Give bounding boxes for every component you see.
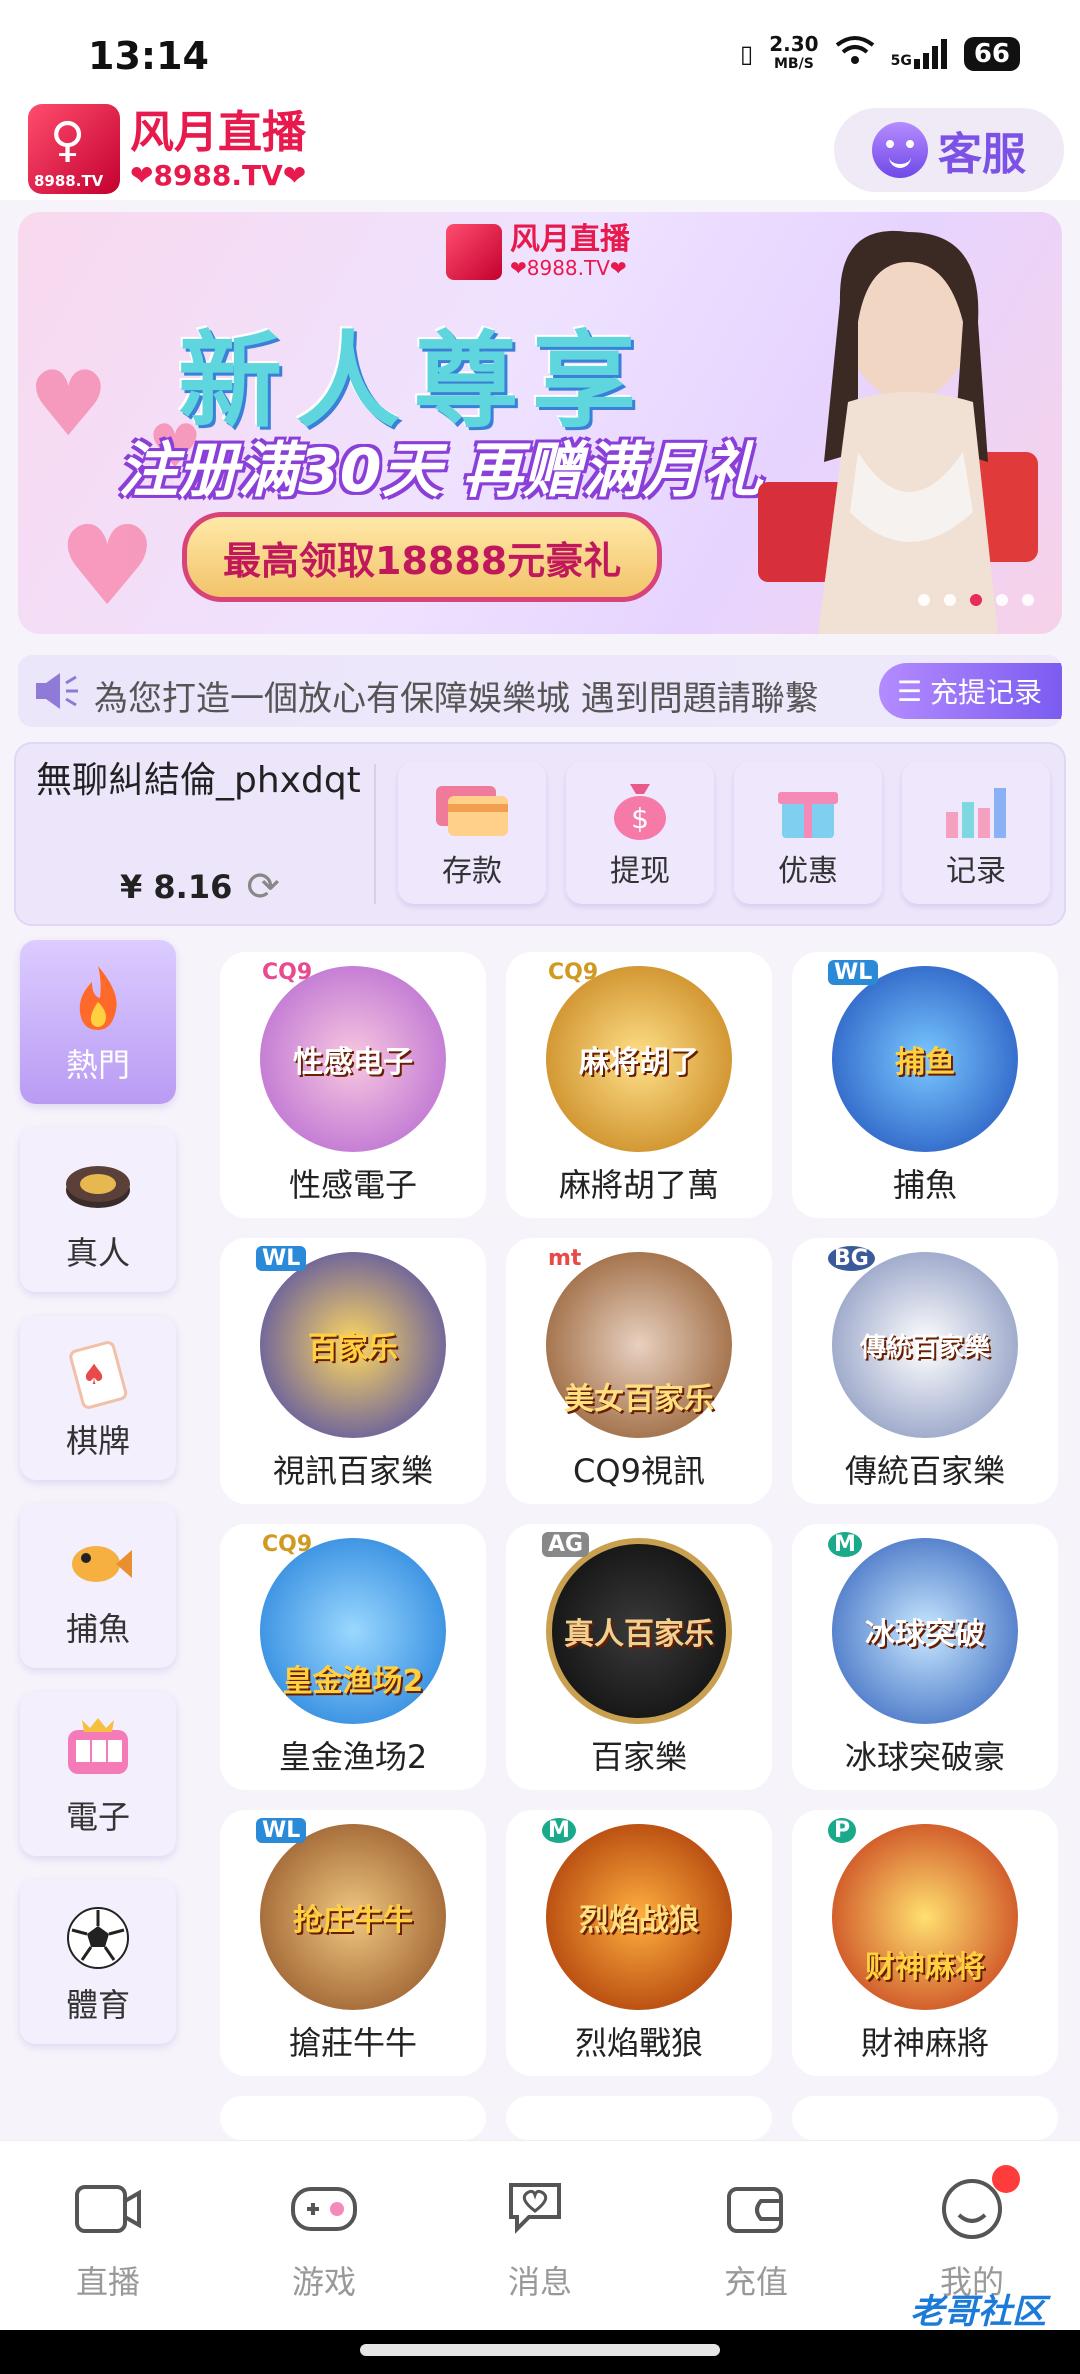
game-card[interactable]: 财神麻将 P 財神麻將 bbox=[792, 1810, 1058, 2076]
logo-name: 风月直播 bbox=[130, 106, 306, 158]
customer-service-label: 客服 bbox=[938, 129, 1026, 180]
status-icons: ▯ 2.30 MB/S 5G 66 bbox=[740, 34, 1020, 74]
refresh-icon[interactable]: ⟳ bbox=[246, 864, 280, 910]
category-fishing[interactable]: 捕魚 bbox=[20, 1504, 176, 1668]
category-sports[interactable]: 體育 bbox=[20, 1880, 176, 2044]
withdraw-button[interactable]: $ 提现 bbox=[566, 762, 714, 904]
pagination-dot-active[interactable] bbox=[970, 594, 982, 606]
nav-live[interactable]: 直播 bbox=[38, 2177, 178, 2303]
category-hot[interactable]: 熱門 bbox=[20, 940, 176, 1104]
banner-brand: 风月直播 ❤8988.TV❤ bbox=[446, 224, 630, 280]
game-card[interactable]: 烈焰战狼 M 烈焰戰狼 bbox=[506, 1810, 772, 2076]
account-actions: 存款 $ 提现 优惠 记录 bbox=[398, 762, 1050, 904]
game-card[interactable]: 百家乐 WL 視訊百家樂 bbox=[220, 1238, 486, 1504]
promo-banner[interactable]: ♥ ♥ ♥ ♥ 风月直播 ❤8988.TV❤ 新人尊享 注册满30天 再赠满月礼… bbox=[18, 212, 1062, 634]
pagination-dot[interactable] bbox=[1022, 594, 1034, 606]
category-live[interactable]: 真人 bbox=[20, 1128, 176, 1292]
gamepad-icon bbox=[291, 2187, 357, 2231]
status-bar: 13:14 ▯ 2.30 MB/S 5G 66 bbox=[0, 0, 1080, 100]
camera-icon bbox=[75, 2185, 141, 2233]
notice-text: 為您打造一個放心有保障娛樂城 遇到問題請聯繫 bbox=[94, 679, 819, 719]
card-icon bbox=[436, 786, 508, 836]
battery-indicator: 66 bbox=[963, 37, 1020, 71]
svg-text:♠: ♠ bbox=[81, 1358, 106, 1391]
money-bag-icon: $ bbox=[614, 784, 666, 840]
chip-icon bbox=[66, 1166, 130, 1208]
logo-figure-icon: ♀ bbox=[50, 112, 86, 168]
balance: ¥ 8.16 ⟳ bbox=[120, 864, 280, 910]
divider bbox=[374, 764, 376, 904]
nav-recharge[interactable]: 充值 bbox=[686, 2177, 826, 2303]
logo-badge: ♀ 8988.TV bbox=[28, 104, 120, 194]
soccer-ball-icon bbox=[67, 1907, 129, 1969]
category-slots[interactable]: 電子 bbox=[20, 1692, 176, 1856]
flame-icon bbox=[79, 966, 117, 1030]
logo-domain: ❤8988.TV❤ bbox=[130, 158, 307, 192]
home-indicator[interactable] bbox=[360, 2344, 720, 2356]
records-button[interactable]: 记录 bbox=[902, 762, 1050, 904]
banner-model-image bbox=[758, 230, 1038, 634]
svg-text:$: $ bbox=[631, 802, 649, 835]
watermark: 老哥社区 bbox=[910, 2292, 1046, 2332]
heart-icon: ♥ bbox=[28, 352, 109, 457]
game-card[interactable]: 麻将胡了 CQ9 麻將胡了萬 bbox=[506, 952, 772, 1218]
game-card[interactable]: 皇金渔场2 CQ9 皇金渔场2 bbox=[220, 1524, 486, 1790]
pagination-dot[interactable] bbox=[944, 594, 956, 606]
nav-messages[interactable]: 消息 bbox=[470, 2177, 610, 2303]
game-card[interactable]: 捕鱼 WL 捕魚 bbox=[792, 952, 1058, 1218]
bar-chart-icon bbox=[946, 788, 1006, 838]
game-card[interactable]: 抢庄牛牛 WL 搶莊牛牛 bbox=[220, 1810, 486, 2076]
gift-icon bbox=[778, 792, 838, 838]
playing-card-icon: ♠ bbox=[69, 1341, 128, 1409]
banner-subtitle: 注册满30天 再赠满月礼 bbox=[118, 436, 763, 506]
banner-pill: 最高领取18888元豪礼 bbox=[182, 512, 663, 602]
slot-machine-icon bbox=[68, 1718, 128, 1774]
game-card-partial[interactable] bbox=[792, 2096, 1058, 2140]
signal-icon: 5G bbox=[891, 39, 948, 69]
app-header: ♀ 8988.TV 风月直播 ❤8988.TV❤ 客服 bbox=[0, 100, 1080, 200]
speaker-icon bbox=[36, 673, 78, 709]
banner-logo-icon bbox=[446, 224, 502, 280]
nav-games[interactable]: 游戏 bbox=[254, 2177, 394, 2303]
game-card-partial[interactable] bbox=[506, 2096, 772, 2140]
customer-service-button[interactable]: 客服 bbox=[834, 108, 1064, 192]
game-card[interactable]: 美女百家乐 mt CQ9視訊 bbox=[506, 1238, 772, 1504]
notice-marquee: 為您打造一個放心有保障娛樂城 遇到問題請聯繫 ☰ 充提记录 bbox=[18, 655, 1062, 727]
list-icon: ☰ bbox=[896, 674, 922, 708]
app-logo: ♀ 8988.TV 风月直播 ❤8988.TV❤ bbox=[28, 104, 306, 194]
game-card[interactable]: 冰球突破 M 冰球突破豪 bbox=[792, 1524, 1058, 1790]
game-card-partial[interactable] bbox=[220, 2096, 486, 2140]
headset-icon bbox=[872, 122, 928, 178]
category-cards[interactable]: ♠ 棋牌 bbox=[20, 1316, 176, 1480]
wifi-icon bbox=[835, 35, 875, 73]
network-speed: 2.30 MB/S bbox=[769, 32, 819, 72]
username: 無聊糾結倫_phxdqt bbox=[36, 760, 361, 801]
wallet-icon bbox=[727, 2187, 783, 2233]
vibrate-icon: ▯ bbox=[740, 40, 754, 68]
pagination-dot[interactable] bbox=[996, 594, 1008, 606]
account-panel: 無聊糾結倫_phxdqt ¥ 8.16 ⟳ 存款 $ 提现 优惠 记录 bbox=[14, 742, 1066, 926]
promotion-button[interactable]: 优惠 bbox=[734, 762, 882, 904]
game-card[interactable]: 性感电子 CQ9 性感電子 bbox=[220, 952, 486, 1218]
fish-icon bbox=[72, 1546, 132, 1582]
banner-pagination[interactable] bbox=[918, 594, 1034, 606]
deposit-button[interactable]: 存款 bbox=[398, 762, 546, 904]
game-card[interactable]: 傳統百家樂 BG 傳統百家樂 bbox=[792, 1238, 1058, 1504]
deposit-withdraw-record-button[interactable]: ☰ 充提记录 bbox=[878, 663, 1062, 719]
game-card[interactable]: 真人百家乐 AG 百家樂 bbox=[506, 1524, 772, 1790]
status-time: 13:14 bbox=[88, 34, 209, 78]
notification-badge bbox=[992, 2165, 1020, 2193]
pagination-dot[interactable] bbox=[918, 594, 930, 606]
heart-icon: ♥ bbox=[58, 502, 157, 630]
chat-heart-icon bbox=[509, 2183, 561, 2234]
category-sidebar: 熱門 真人 ♠ 棋牌 捕魚 電子 體育 bbox=[20, 940, 180, 2068]
